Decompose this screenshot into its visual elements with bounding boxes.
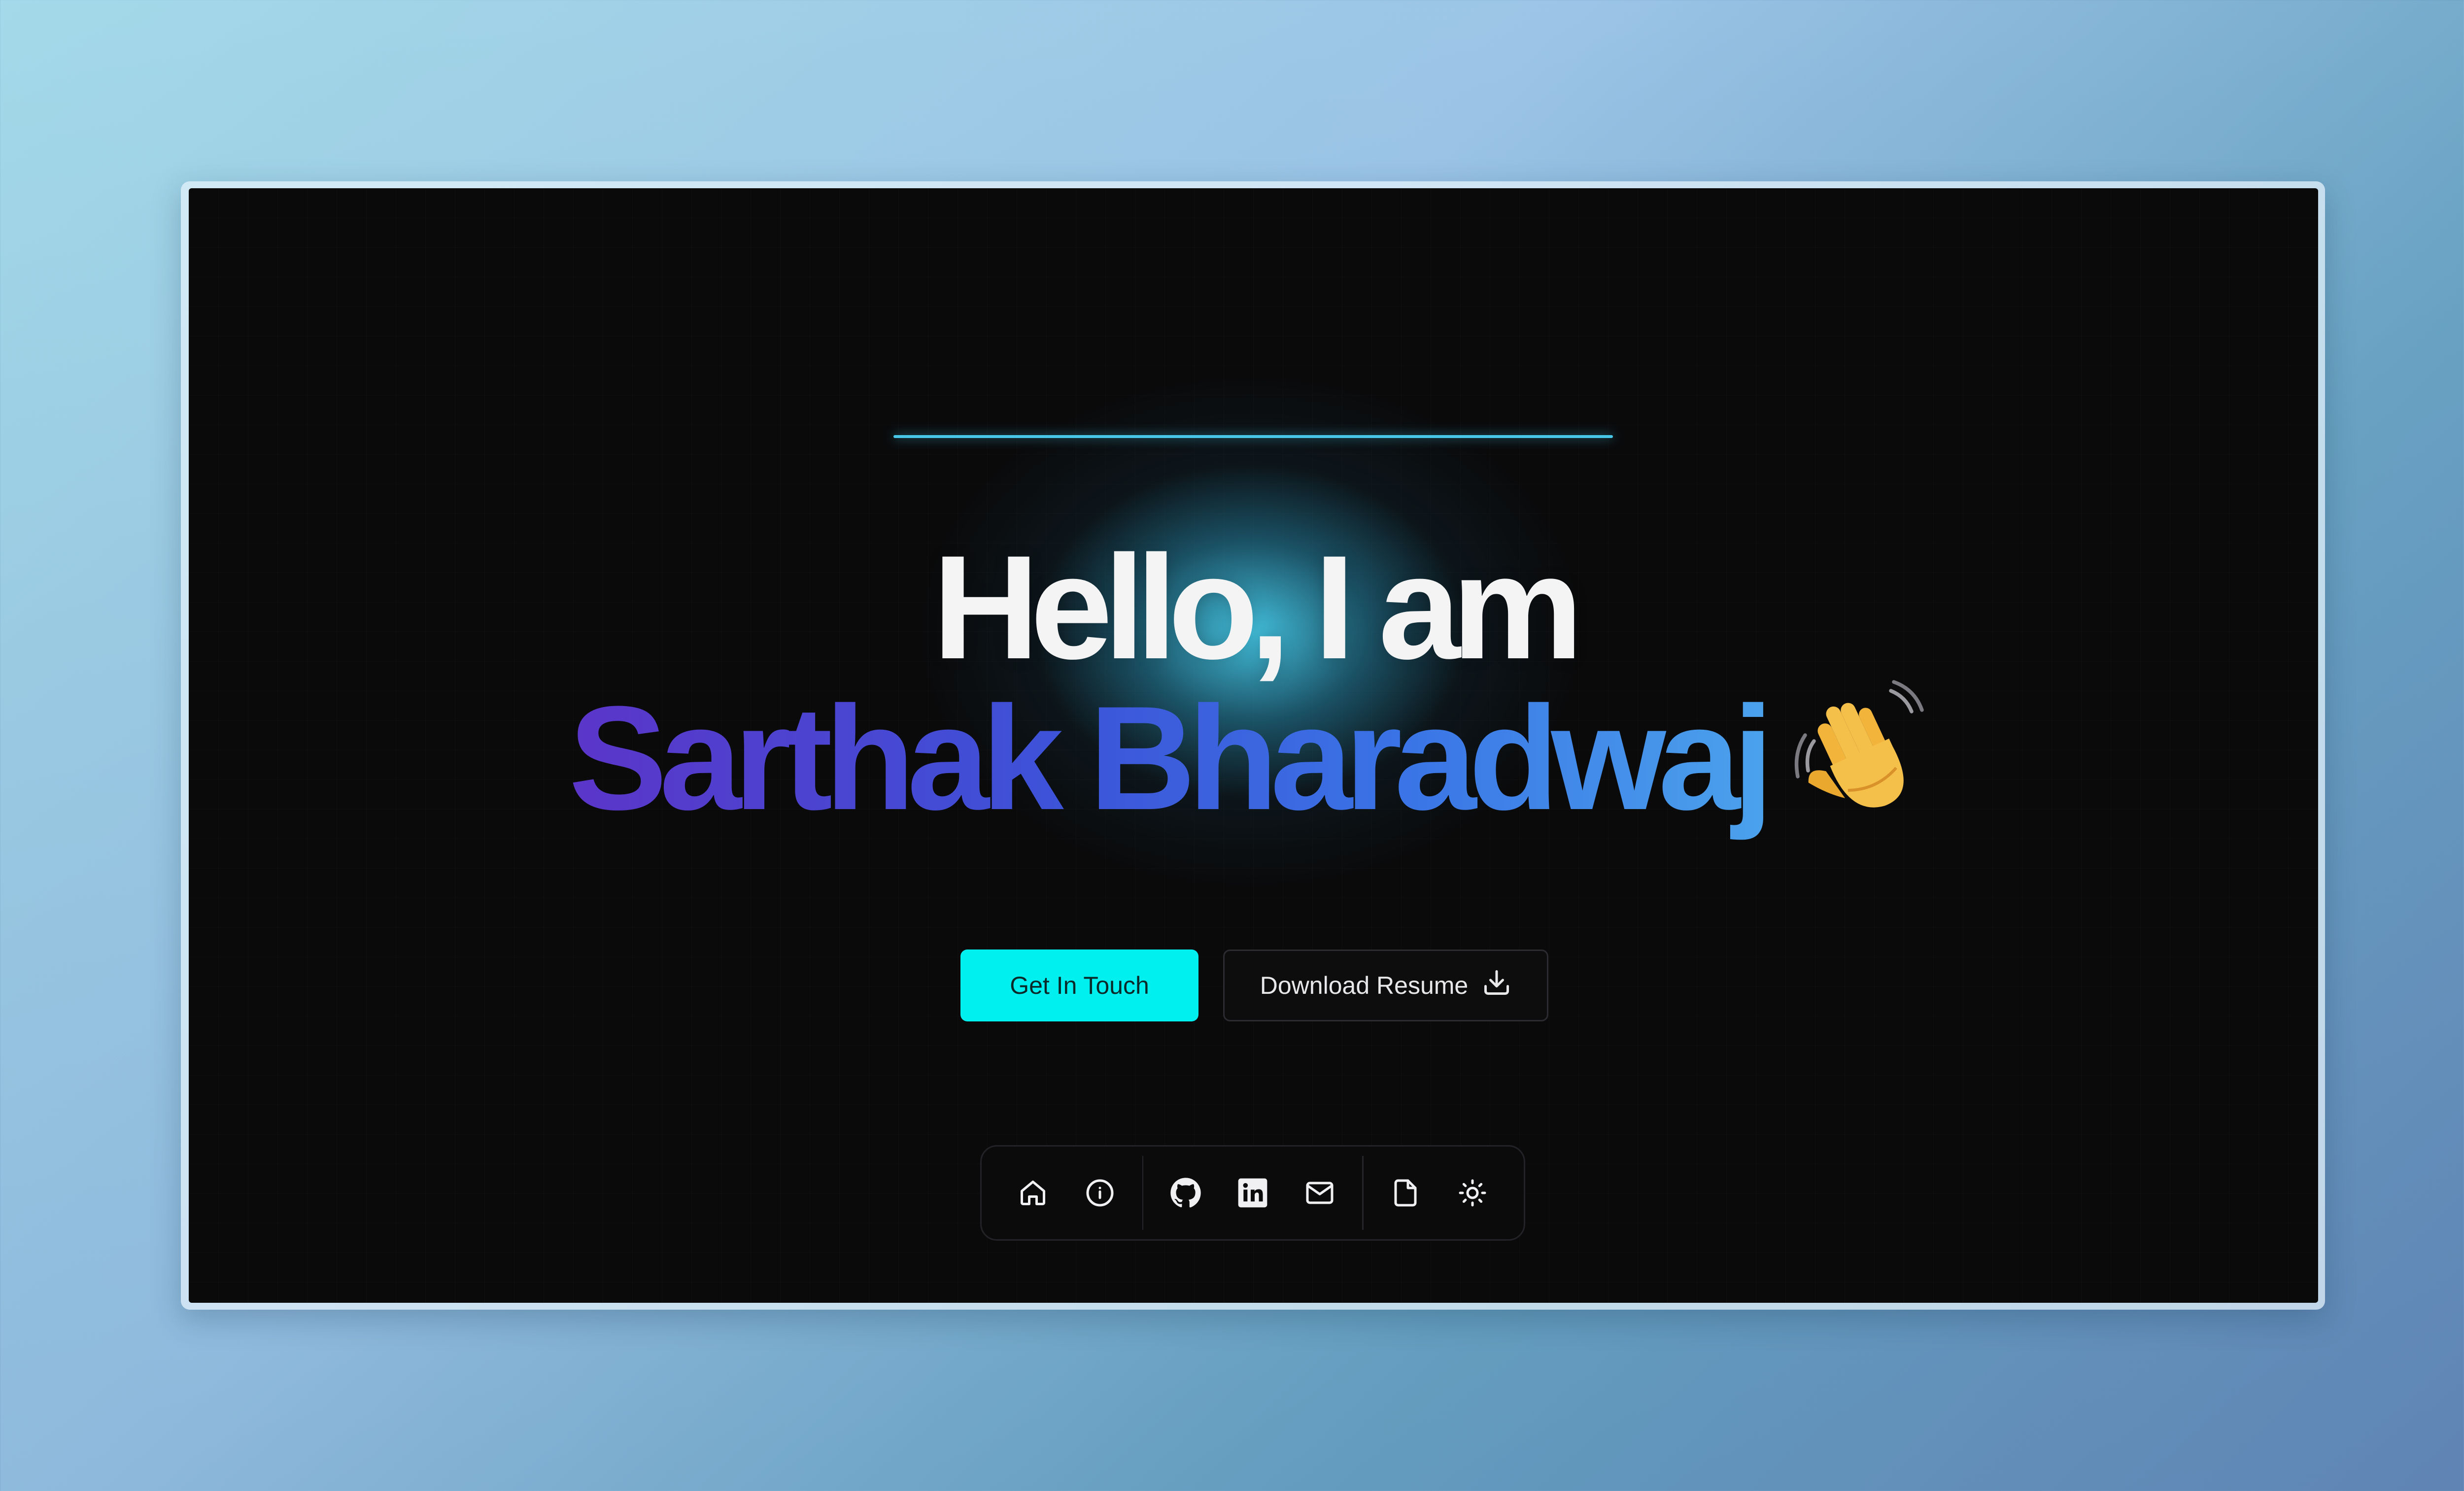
dock-about-button[interactable] [1066, 1157, 1133, 1229]
mail-icon [1305, 1178, 1335, 1208]
dock-resume-button[interactable] [1372, 1157, 1439, 1229]
dock-separator [1142, 1156, 1144, 1230]
hero-name: Sarthak Bharadwaj [568, 675, 1774, 841]
get-in-touch-button[interactable]: Get In Touch [960, 949, 1198, 1021]
glow-line [893, 435, 1613, 438]
navigation-dock [980, 1145, 1525, 1241]
github-icon [1170, 1177, 1201, 1209]
hero-name-line: Sarthak Bharadwaj [189, 676, 2318, 832]
info-icon [1085, 1178, 1115, 1208]
portfolio-page: Hello, I am Sarthak Bharadwaj Get In Tou… [189, 188, 2318, 1303]
dock-email-button[interactable] [1286, 1157, 1353, 1229]
download-icon [1482, 968, 1511, 1003]
hero-actions: Get In Touch Download Resume [960, 949, 1548, 1021]
dock-github-button[interactable] [1152, 1157, 1219, 1229]
get-in-touch-label: Get In Touch [1010, 972, 1149, 999]
file-icon [1391, 1178, 1420, 1208]
dock-separator [1362, 1156, 1364, 1230]
sun-icon [1458, 1178, 1487, 1208]
dock-home-button[interactable] [999, 1157, 1066, 1229]
dock-linkedin-button[interactable] [1219, 1157, 1286, 1229]
hero-greeting: Hello, I am [932, 524, 1583, 690]
linkedin-icon [1237, 1177, 1268, 1209]
dock-theme-toggle[interactable] [1439, 1157, 1506, 1229]
waving-hand-icon [1790, 676, 1938, 824]
home-icon [1018, 1178, 1048, 1208]
download-resume-label: Download Resume [1260, 972, 1469, 999]
download-resume-button[interactable]: Download Resume [1223, 949, 1548, 1021]
